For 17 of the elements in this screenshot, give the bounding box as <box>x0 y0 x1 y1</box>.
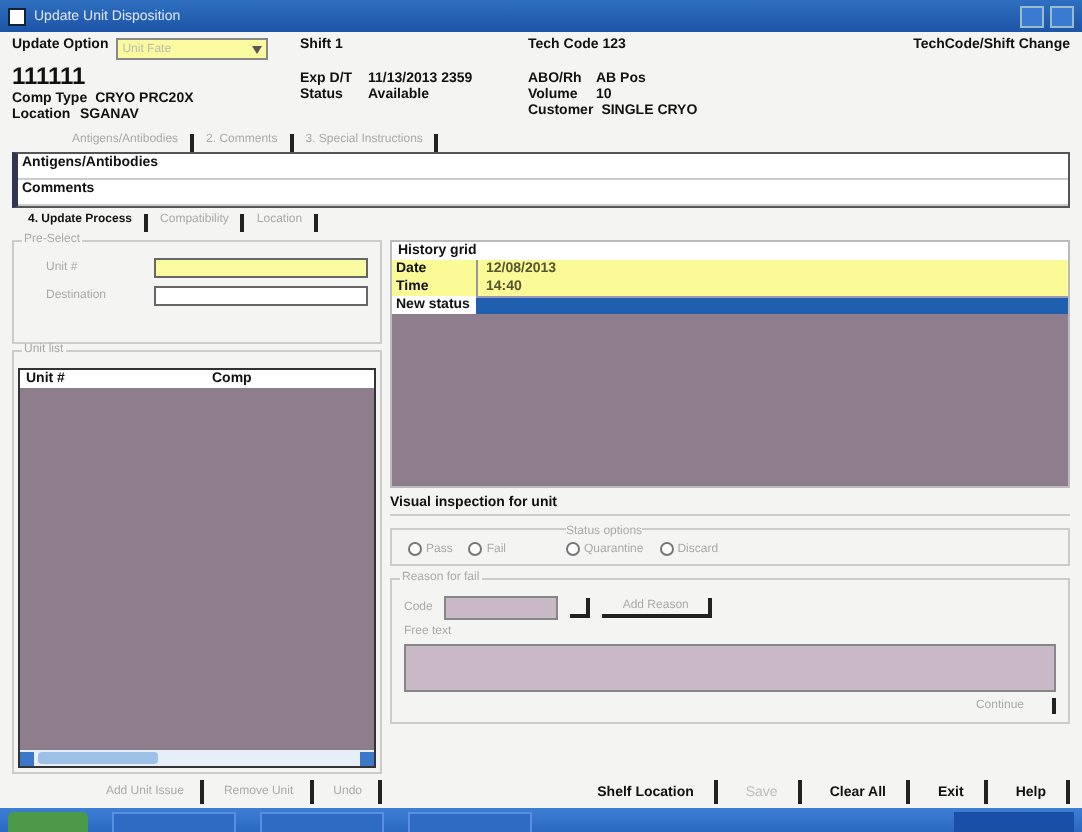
dropdown-button[interactable] <box>570 598 591 618</box>
caret-icon <box>252 45 263 53</box>
unit-number: 111111 <box>12 62 88 90</box>
code-field[interactable] <box>444 596 559 620</box>
taskbar-item[interactable] <box>112 811 236 832</box>
horizontal-scrollbar[interactable] <box>20 750 374 766</box>
taskbar-item[interactable] <box>260 811 384 832</box>
minimize-button[interactable] <box>1020 5 1044 27</box>
destination-dropdown[interactable] <box>154 286 368 306</box>
app-icon <box>8 7 26 25</box>
unit-number-field[interactable] <box>154 258 368 278</box>
system-tray <box>954 812 1074 832</box>
taskbar-item[interactable] <box>408 811 532 832</box>
free-text-field[interactable] <box>404 644 1056 692</box>
close-button[interactable] <box>1050 5 1074 27</box>
start-button[interactable] <box>8 812 88 832</box>
new-status-field[interactable] <box>476 296 1068 314</box>
